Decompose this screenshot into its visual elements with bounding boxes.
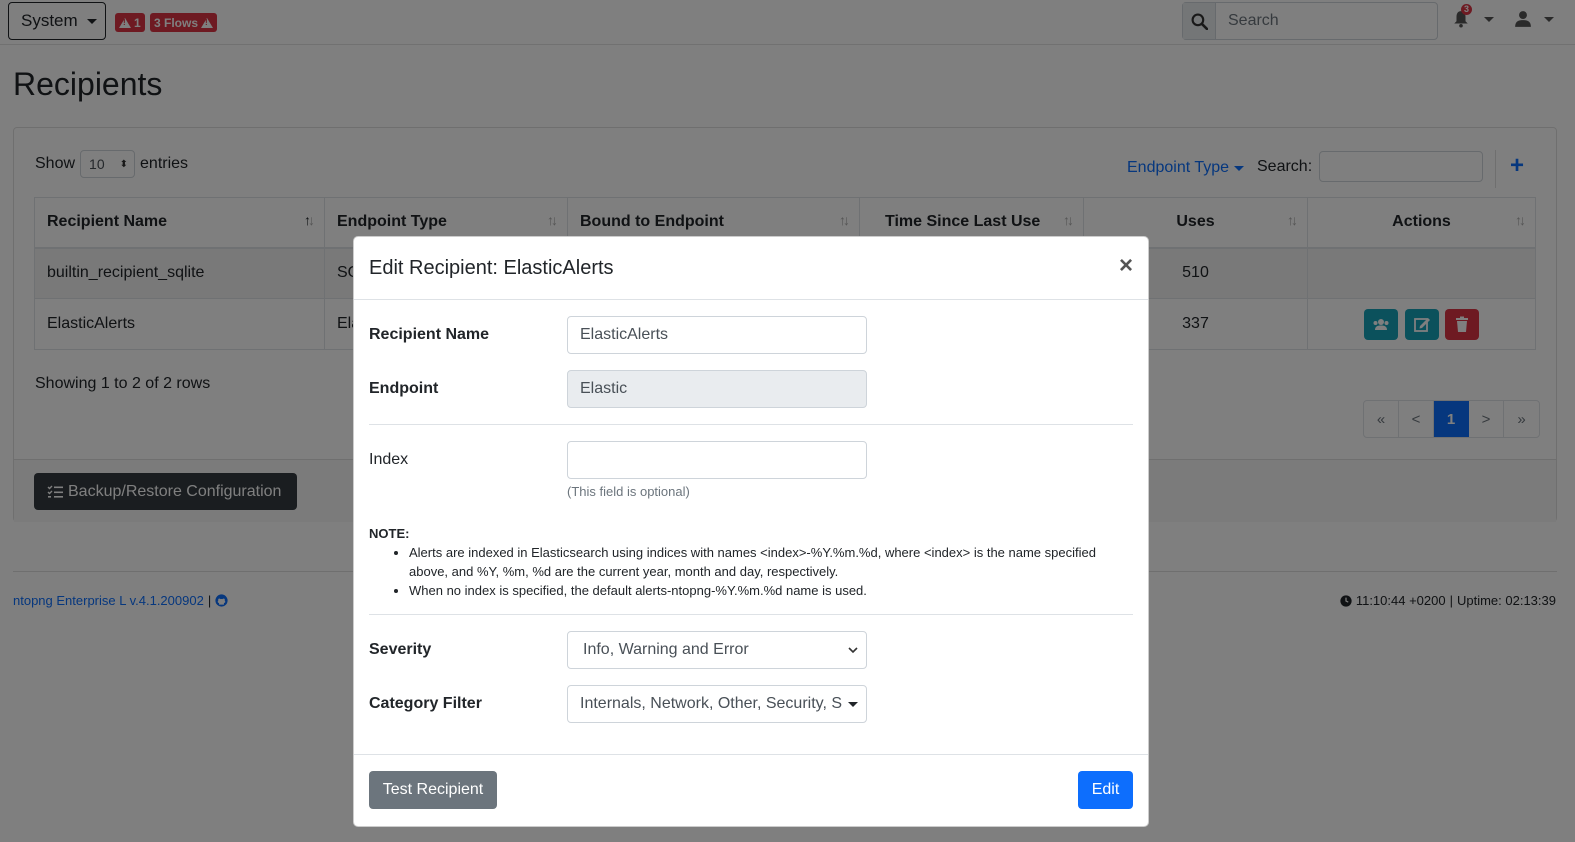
category-filter-select[interactable]: Internals, Network, Other, Security, Sys…	[567, 685, 867, 723]
divider	[369, 614, 1133, 615]
close-icon[interactable]: ×	[1119, 254, 1133, 278]
severity-select[interactable]: Info, Warning and Error	[567, 631, 867, 669]
category-filter-label: Category Filter	[369, 695, 482, 712]
chevron-down-icon	[848, 647, 858, 654]
endpoint-row: Endpoint Elastic	[369, 370, 867, 408]
modal-footer-divider	[354, 754, 1148, 755]
recipient-name-row: Recipient Name	[369, 316, 867, 354]
index-hint: (This field is optional)	[567, 484, 690, 499]
edit-recipient-modal: Edit Recipient: ElasticAlerts × Recipien…	[353, 236, 1149, 827]
index-row: Index	[369, 441, 867, 479]
edit-submit-button[interactable]: Edit	[1078, 771, 1133, 809]
endpoint-field: Elastic	[567, 370, 867, 408]
note-item: When no index is specified, the default …	[409, 581, 1129, 600]
note-title: NOTE:	[369, 526, 410, 541]
category-filter-row: Category Filter Internals, Network, Othe…	[369, 685, 867, 723]
divider	[369, 424, 1133, 425]
index-input[interactable]	[567, 441, 867, 479]
recipient-name-label: Recipient Name	[369, 326, 490, 343]
modal-title: Edit Recipient: ElasticAlerts	[369, 256, 614, 279]
endpoint-label: Endpoint	[369, 380, 439, 397]
test-recipient-button[interactable]: Test Recipient	[369, 771, 497, 809]
modal-header: Edit Recipient: ElasticAlerts ×	[354, 237, 1148, 300]
severity-value: Info, Warning and Error	[583, 641, 749, 658]
index-label: Index	[369, 451, 409, 468]
chevron-down-icon	[848, 701, 858, 707]
elastic-note: NOTE: Alerts are indexed in Elasticsearc…	[369, 524, 1129, 600]
recipient-name-input[interactable]	[567, 316, 867, 354]
severity-row: Severity Info, Warning and Error	[369, 631, 867, 669]
category-filter-value: Internals, Network, Other, Security, Sys…	[580, 695, 842, 712]
note-list: Alerts are indexed in Elasticsearch usin…	[369, 543, 1129, 600]
severity-label: Severity	[369, 641, 432, 658]
note-item: Alerts are indexed in Elasticsearch usin…	[409, 543, 1129, 581]
